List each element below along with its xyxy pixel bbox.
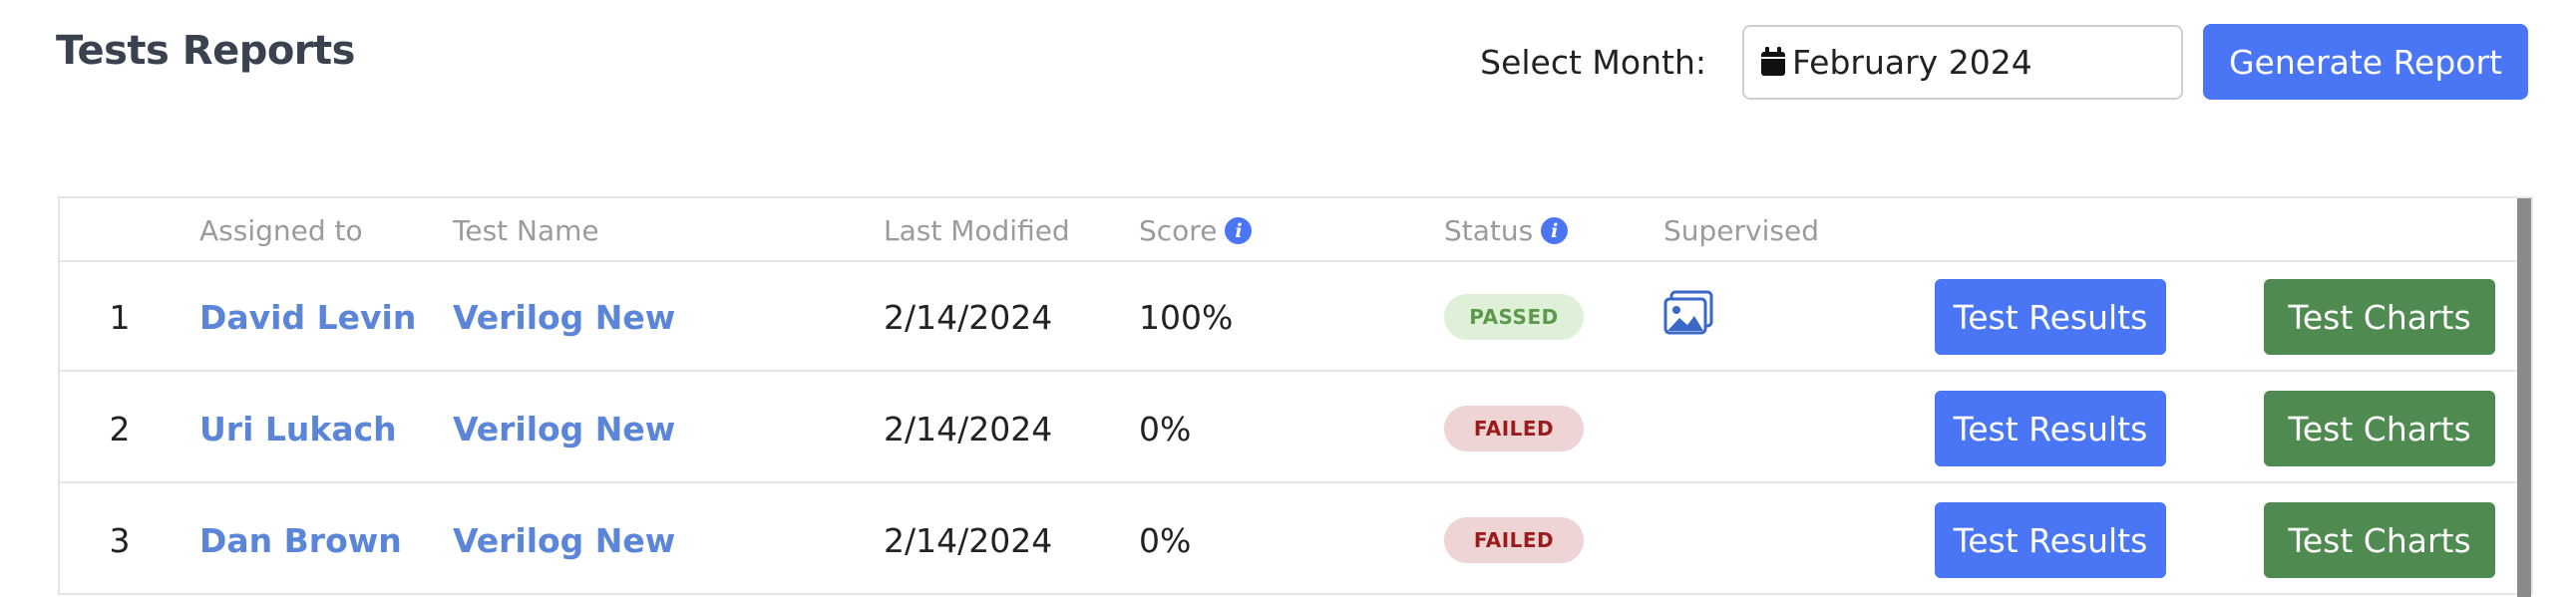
header-score-label: Score (1139, 214, 1218, 247)
last-modified-date: 2/14/2024 (884, 409, 1053, 448)
select-month-label: Select Month: (1480, 42, 1706, 82)
test-name-link[interactable]: Verilog New (453, 485, 675, 595)
table-header-row: Assigned to Test Name Last Modified Scor… (60, 198, 2519, 262)
table-row: 1 David Levin Verilog New 2/14/2024 100%… (60, 262, 2519, 372)
assigned-to-link[interactable]: Dan Brown (199, 485, 402, 595)
header-test-name: Test Name (453, 214, 599, 247)
row-number: 3 (109, 520, 131, 560)
reports-table: Assigned to Test Name Last Modified Scor… (58, 196, 2533, 597)
status-info-icon[interactable]: i (1541, 217, 1569, 244)
score-value: 0% (1139, 409, 1192, 448)
header-status-label: Status (1444, 214, 1534, 247)
table-row: 3 Dan Brown Verilog New 2/14/2024 0% FAI… (60, 485, 2519, 595)
generate-report-button[interactable]: Generate Report (2202, 24, 2528, 100)
status-cell: FAILED (1444, 485, 1584, 595)
score-info-icon[interactable]: i (1225, 217, 1253, 244)
test-charts-button[interactable]: Test Charts (2264, 502, 2495, 578)
header-assigned-to: Assigned to (199, 214, 363, 247)
header-supervised: Supervised (1663, 214, 1819, 247)
header-status: Status i (1444, 214, 1569, 247)
report-controls: Select Month: February 2024 Generate Rep… (1480, 24, 2528, 100)
test-results-button[interactable]: Test Results (1935, 279, 2166, 355)
supervised-cell (1663, 262, 1713, 372)
last-modified-date: 2/14/2024 (884, 520, 1053, 560)
header-last-modified: Last Modified (884, 214, 1070, 247)
header-score: Score i (1139, 214, 1253, 247)
status-badge: FAILED (1444, 406, 1584, 451)
assigned-to-link[interactable]: David Levin (199, 262, 416, 372)
calendar-icon (1760, 47, 1786, 77)
vertical-scrollbar[interactable] (2517, 198, 2531, 597)
score-value: 100% (1139, 297, 1234, 337)
test-charts-button[interactable]: Test Charts (2264, 391, 2495, 466)
test-name-link[interactable]: Verilog New (453, 262, 675, 372)
test-results-button[interactable]: Test Results (1935, 502, 2166, 578)
month-picker-value: February 2024 (1791, 42, 2032, 82)
status-cell: PASSED (1444, 262, 1584, 372)
status-cell: FAILED (1444, 374, 1584, 483)
row-number: 2 (109, 409, 131, 448)
test-name-link[interactable]: Verilog New (453, 374, 675, 483)
test-results-button[interactable]: Test Results (1935, 391, 2166, 466)
month-picker-input[interactable]: February 2024 (1741, 24, 2183, 100)
assigned-to-link[interactable]: Uri Lukach (199, 374, 397, 483)
page-title: Tests Reports (56, 28, 355, 74)
score-value: 0% (1139, 520, 1192, 560)
last-modified-date: 2/14/2024 (884, 297, 1053, 337)
image-gallery-icon[interactable] (1663, 290, 1713, 344)
row-number: 1 (109, 297, 131, 337)
status-badge: PASSED (1444, 294, 1584, 340)
table-row: 2 Uri Lukach Verilog New 2/14/2024 0% FA… (60, 374, 2519, 483)
test-charts-button[interactable]: Test Charts (2264, 279, 2495, 355)
status-badge: FAILED (1444, 517, 1584, 563)
